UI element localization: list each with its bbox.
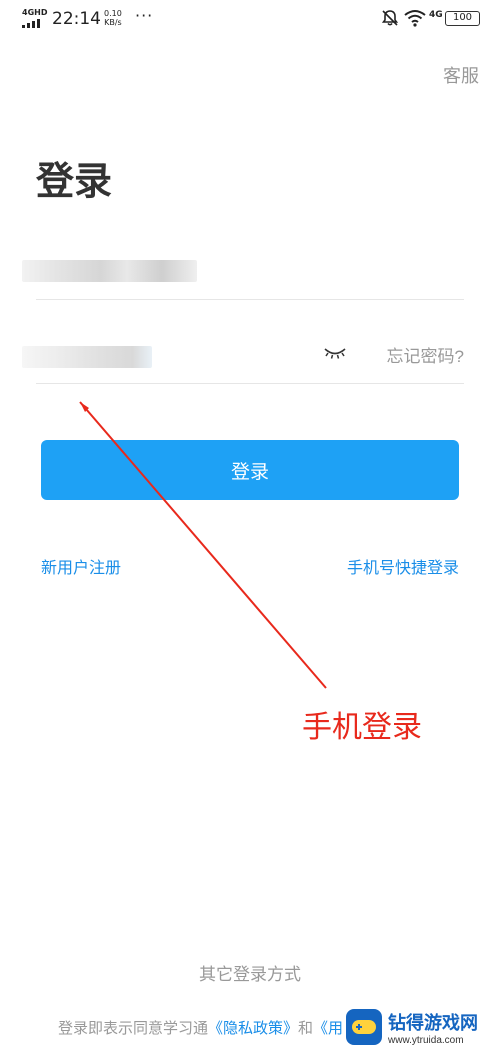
network-type: 4GHD	[22, 8, 48, 17]
agreement-prefix: 登录即表示同意学习通	[58, 1020, 209, 1037]
forgot-password-link[interactable]: 忘记密码?	[387, 342, 464, 367]
eye-closed-icon[interactable]	[322, 344, 348, 362]
signal-icon: 4GHD	[22, 8, 48, 28]
more-notifications-icon: ···	[135, 6, 154, 25]
user-agreement-link[interactable]: 《用	[313, 1020, 343, 1037]
clock: 22:14	[52, 9, 101, 29]
customer-service-link[interactable]: 客服	[443, 62, 479, 88]
bell-off-icon	[381, 10, 399, 26]
wifi-icon	[404, 10, 426, 27]
annotation-label: 手机登录	[302, 711, 422, 744]
account-input[interactable]	[36, 246, 296, 299]
watermark: 钻得游戏网 www.ytruida.com	[342, 1003, 492, 1053]
gamepad-logo-icon	[346, 1009, 382, 1045]
speed-unit: KB/s	[104, 18, 122, 27]
password-field[interactable]: 忘记密码?	[22, 332, 464, 384]
login-button[interactable]: 登录	[41, 440, 459, 500]
status-bar: 4GHD 22:14 0.10 KB/s ··· 4G 100	[0, 0, 500, 40]
privacy-policy-link[interactable]: 《隐私政策》	[208, 1020, 298, 1037]
page-title: 登录	[36, 161, 113, 203]
phone-quick-login-link[interactable]: 手机号快捷登录	[347, 554, 459, 578]
other-login-methods[interactable]: 其它登录方式	[0, 960, 500, 985]
password-input[interactable]	[36, 332, 296, 383]
watermark-url: www.ytruida.com	[388, 1035, 464, 1046]
account-field[interactable]	[22, 246, 464, 300]
agreement-conjunction: 和	[298, 1020, 314, 1037]
network-speed: 0.10 KB/s	[104, 9, 122, 27]
battery-icon: 100	[445, 11, 480, 26]
network-type-right: 4G	[429, 10, 443, 20]
register-link[interactable]: 新用户注册	[41, 554, 121, 578]
watermark-title: 钻得游戏网	[388, 1013, 478, 1033]
speed-value: 0.10	[104, 9, 122, 18]
agreement-text: 登录即表示同意学习通《隐私政策》和《用	[58, 1017, 343, 1038]
